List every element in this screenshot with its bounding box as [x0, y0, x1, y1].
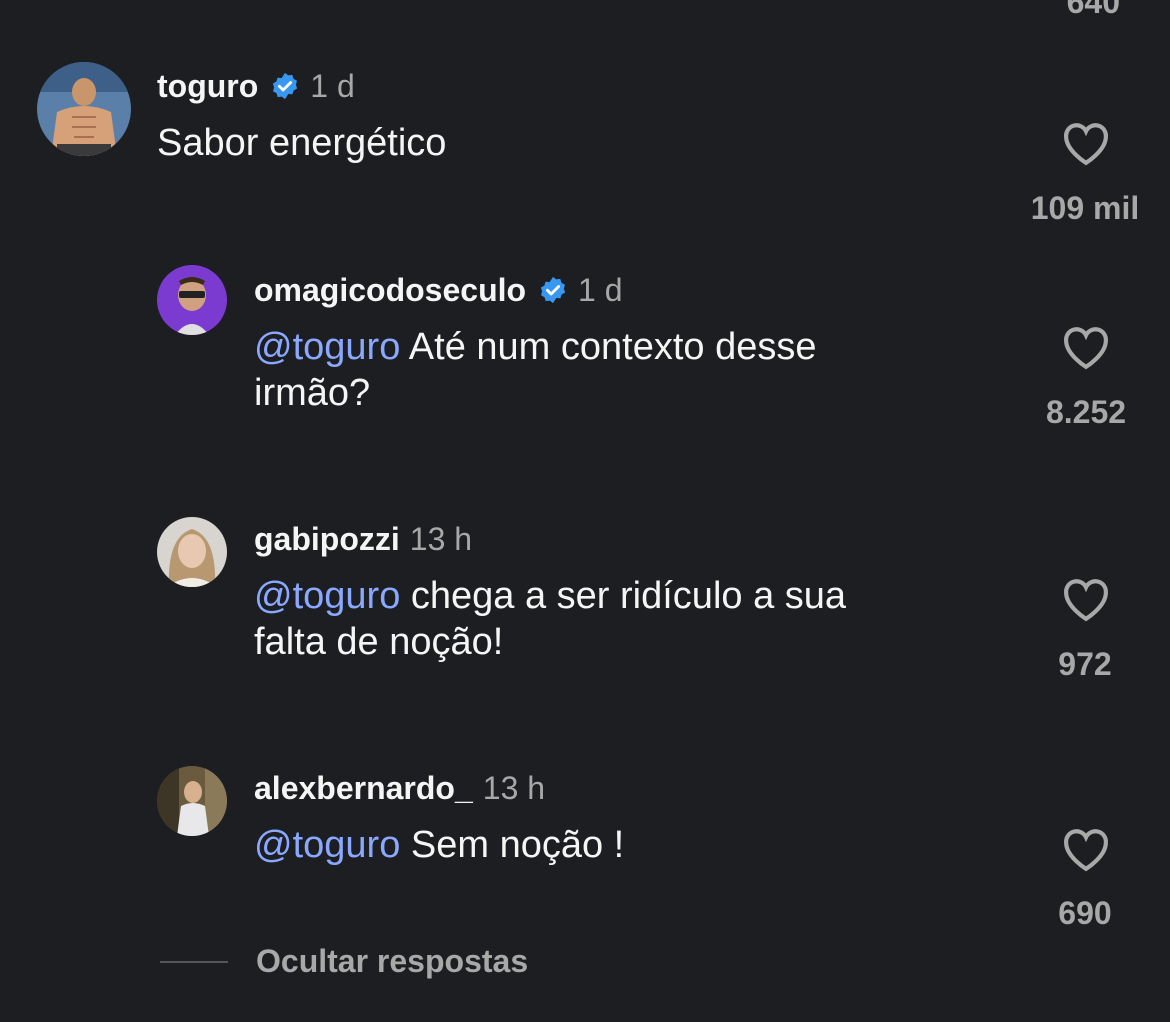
- username[interactable]: alexbernardo_: [254, 770, 473, 807]
- avatar-image-icon: [157, 766, 227, 836]
- heart-icon[interactable]: [1060, 826, 1112, 872]
- avatar[interactable]: [157, 265, 227, 335]
- comment-text: Sabor energético: [157, 120, 446, 166]
- comment-text: @toguro chega a ser ridículo a sua falta…: [254, 573, 1014, 665]
- like-count: 8.252: [1045, 394, 1127, 430]
- hide-replies-label[interactable]: Ocultar respostas: [256, 943, 528, 980]
- like-count: 690: [1058, 895, 1112, 931]
- mention-link[interactable]: @toguro: [254, 575, 400, 617]
- mention-link[interactable]: @toguro: [254, 326, 400, 368]
- comment-text: @toguro Até num contexto desse irmão?: [254, 324, 1014, 416]
- verified-badge-icon: [273, 72, 298, 100]
- like-count: 972: [1058, 646, 1112, 682]
- comment-body: Sem noção !: [410, 824, 625, 866]
- comment-header: gabipozzi 13 h: [254, 519, 472, 559]
- avatar[interactable]: [157, 766, 227, 836]
- heart-icon[interactable]: [1060, 120, 1112, 166]
- username[interactable]: gabipozzi: [254, 521, 400, 558]
- timestamp: 13 h: [409, 520, 473, 557]
- comment-body-line2: falta de noção!: [254, 621, 504, 663]
- comment-header: alexbernardo_ 13 h: [254, 768, 545, 808]
- comment-body: chega a ser ridículo a sua: [410, 575, 847, 617]
- comment-body-line2: irmão?: [254, 372, 371, 414]
- avatar[interactable]: [37, 62, 131, 156]
- timestamp: 13 h: [482, 769, 546, 806]
- heart-icon[interactable]: [1060, 576, 1112, 622]
- divider-line: [160, 960, 228, 963]
- avatar-image-icon: [157, 517, 227, 587]
- avatar-image-icon: [37, 62, 131, 156]
- comment-body: Sabor energético: [157, 122, 447, 164]
- previous-like-count: 640: [1066, 0, 1120, 20]
- avatar[interactable]: [157, 517, 227, 587]
- comment-header: toguro 1 d: [157, 66, 355, 106]
- timestamp: 1 d: [310, 67, 355, 104]
- verified-badge-icon: [540, 276, 566, 304]
- username[interactable]: toguro: [157, 68, 258, 105]
- comment-text: @toguro Sem noção !: [254, 822, 1014, 868]
- comment-header: omagicodoseculo 1 d: [254, 270, 623, 310]
- mention-link[interactable]: @toguro: [254, 824, 400, 866]
- hide-replies-button[interactable]: Ocultar respostas: [160, 943, 528, 980]
- comment-body: Até num contexto desse: [408, 326, 817, 368]
- avatar-image-icon: [157, 265, 227, 335]
- username[interactable]: omagicodoseculo: [254, 272, 526, 309]
- heart-icon[interactable]: [1060, 324, 1112, 370]
- timestamp: 1 d: [578, 271, 623, 308]
- like-count: 109 mil: [1030, 190, 1140, 226]
